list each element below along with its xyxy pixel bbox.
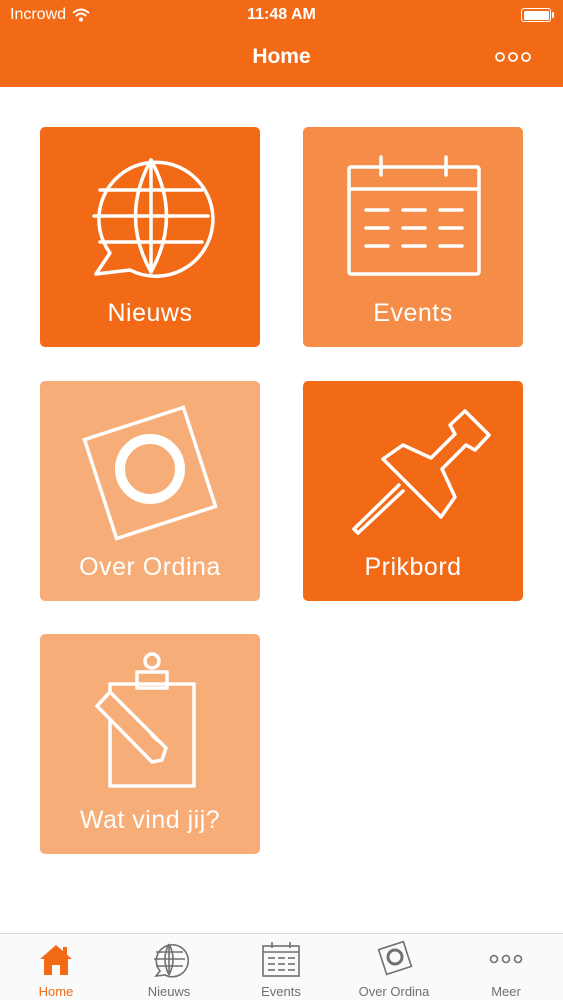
tile-label: Events xyxy=(373,299,453,327)
globe-chat-icon xyxy=(92,158,215,278)
pushpin-icon xyxy=(352,409,491,535)
status-bar: Incrowd 11:48 AM xyxy=(0,0,563,30)
tab-over-ordina[interactable]: Over Ordina xyxy=(338,934,450,1000)
page-title: Home xyxy=(252,45,311,68)
more-icon xyxy=(489,954,523,964)
tab-bar: Home Nieuws Events Over Ordina Meer xyxy=(0,933,563,1000)
status-time: 11:48 AM xyxy=(247,6,316,23)
tile-wat-vind-jij[interactable]: Wat vind jij? xyxy=(40,634,260,854)
home-icon xyxy=(40,945,72,975)
tile-label: Wat vind jij? xyxy=(79,806,221,834)
calendar-icon xyxy=(262,942,300,977)
tab-nieuws[interactable]: Nieuws xyxy=(113,934,225,1000)
clipboard-pencil-icon xyxy=(95,652,196,788)
header: Incrowd 11:48 AM Home xyxy=(0,0,563,87)
tab-label: Nieuws xyxy=(147,984,191,999)
battery-icon xyxy=(521,8,554,22)
tile-label: Over Ordina xyxy=(79,553,221,581)
globe-icon xyxy=(154,943,189,978)
tile-events[interactable]: Events xyxy=(303,127,523,347)
calendar-icon xyxy=(347,155,481,276)
tile-label: Prikbord xyxy=(364,553,462,581)
ordina-logo-icon xyxy=(377,940,413,976)
tab-label: Meer xyxy=(491,984,521,999)
more-icon xyxy=(495,52,531,62)
tab-meer[interactable]: Meer xyxy=(450,934,562,1000)
tab-home[interactable]: Home xyxy=(0,934,112,1000)
tab-label: Events xyxy=(261,984,301,999)
tile-nieuws[interactable]: Nieuws xyxy=(40,127,260,347)
tab-events[interactable]: Events xyxy=(225,934,337,1000)
battery-level xyxy=(523,10,549,20)
tile-label: Nieuws xyxy=(107,299,193,327)
tile-prikbord[interactable]: Prikbord xyxy=(303,381,523,601)
tab-label: Over Ordina xyxy=(358,984,430,999)
ordina-logo-icon xyxy=(82,405,218,541)
tab-label: Home xyxy=(38,984,74,999)
tile-over-ordina[interactable]: Over Ordina xyxy=(40,381,260,601)
more-button[interactable] xyxy=(495,47,535,67)
app-screen: Incrowd 11:48 AM Home Nieuws Events Over… xyxy=(0,0,563,1000)
